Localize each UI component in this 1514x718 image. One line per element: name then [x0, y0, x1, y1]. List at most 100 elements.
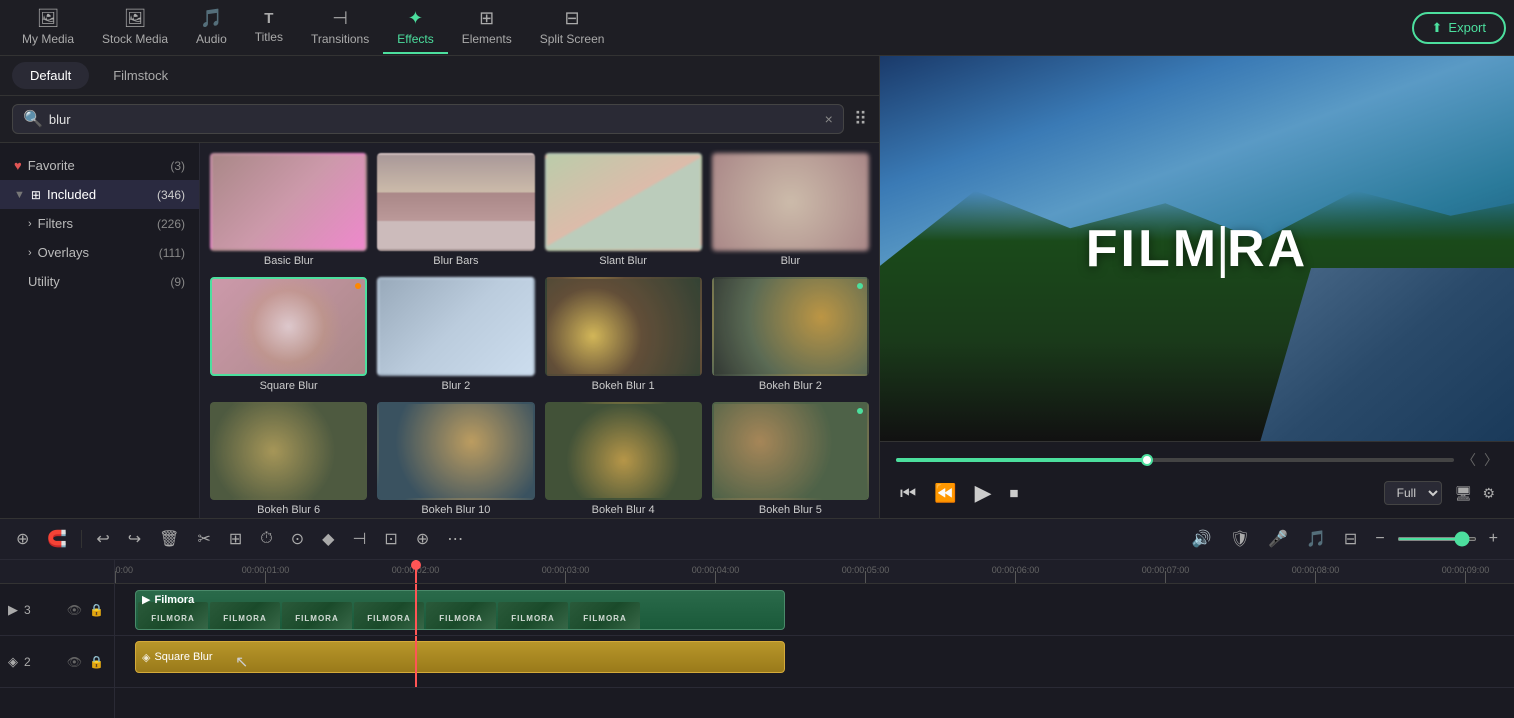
effect-bokeh-blur-5[interactable]: Bokeh Blur 5: [712, 402, 869, 516]
caption-button[interactable]: ⊟: [1338, 525, 1363, 553]
effect-slant-blur[interactable]: Slant Blur: [545, 153, 702, 267]
nav-audio[interactable]: 🎵 Audio: [182, 2, 241, 54]
sidebar-item-filters[interactable]: › Filters (226): [0, 209, 199, 238]
quality-select[interactable]: Full 1/2 1/4: [1384, 481, 1442, 505]
track-2-lock-button[interactable]: 🔒: [87, 653, 106, 671]
split-button[interactable]: ⊣: [346, 525, 372, 553]
zoom-slider[interactable]: [1397, 537, 1477, 541]
sidebar-utility-count: (9): [170, 275, 185, 289]
effects-sidebar: ♥ Favorite (3) ▼ ⊞ Included (346) › Filt…: [0, 143, 200, 518]
effect-blur[interactable]: Blur: [712, 153, 869, 267]
cursor-arrow: ↖: [235, 652, 248, 672]
clip-thumb-3: FILMORA: [282, 602, 352, 630]
zoom-in-button[interactable]: +: [1483, 526, 1504, 552]
timeline-area: ▶ 3 👁 🔒 ◈ 2 👁 🔒 0: [0, 560, 1514, 718]
sidebar-included-count: (346): [157, 188, 185, 202]
effect-clip-content: ◈ Square Blur: [136, 651, 784, 664]
effect-clip[interactable]: ◈ Square Blur: [135, 641, 785, 673]
color-button[interactable]: ⊙: [285, 525, 310, 553]
music-button[interactable]: 🎵: [1300, 525, 1332, 553]
effect-bokeh-blur-4[interactable]: Bokeh Blur 4: [545, 402, 702, 516]
timeline-toolbar: ⊕ 🧲 ↩ ↪ 🗑 ✂ ⊞ ⏱ ⊙ ◆ ⊣ ⊡ ⊕ ⋯ 🔊 🛡 🎤 🎵 ⊟ − …: [0, 519, 1514, 560]
cut-button[interactable]: ✂: [191, 525, 216, 553]
tab-bar: Default Filmstock: [0, 56, 879, 96]
mic-button[interactable]: 🎤: [1262, 525, 1294, 553]
split-screen-icon: ⊟: [565, 8, 580, 29]
nav-titles-label: Titles: [255, 30, 283, 44]
grid-toggle-button[interactable]: ⠿: [854, 109, 867, 130]
undo-button[interactable]: ↩: [90, 525, 115, 553]
nav-split-screen[interactable]: ⊟ Split Screen: [526, 2, 619, 54]
monitor-view-button[interactable]: 🖥: [1452, 482, 1476, 505]
add-media-button[interactable]: ⊕: [10, 525, 35, 553]
sidebar-item-overlays[interactable]: › Overlays (111): [0, 238, 199, 267]
search-input[interactable]: [49, 112, 819, 127]
main-area: Default Filmstock 🔍 × ⠿ ♥ Favorite (3): [0, 56, 1514, 518]
nav-titles[interactable]: T Titles: [241, 4, 297, 52]
tab-filmstock[interactable]: Filmstock: [95, 62, 186, 89]
effect-bokeh-blur-2[interactable]: Bokeh Blur 2: [712, 277, 869, 391]
select-button[interactable]: ⊕: [410, 525, 435, 553]
track-3-eye-button[interactable]: 👁: [65, 601, 84, 619]
playhead-track3: [415, 584, 417, 635]
track-2-eye-button[interactable]: 👁: [65, 653, 84, 671]
effect-clip-title: Square Blur: [154, 651, 212, 663]
speed-button[interactable]: ⏱: [254, 526, 278, 552]
keyframe-button[interactable]: ◆: [316, 525, 340, 553]
progress-bar[interactable]: [896, 458, 1454, 462]
zoom-out-button[interactable]: −: [1369, 526, 1390, 552]
main-video-clip[interactable]: ▶ Filmora FILMORA FILMORA FILMORA: [135, 590, 785, 630]
chevron-right-icon-2: ›: [28, 247, 32, 259]
delete-button[interactable]: 🗑: [153, 525, 185, 553]
sidebar-item-favorite[interactable]: ♥ Favorite (3): [0, 151, 199, 180]
sidebar-item-utility[interactable]: Utility (9): [0, 267, 199, 296]
nav-my-media[interactable]: 🖼 My Media: [8, 2, 88, 54]
sidebar-favorite-label: Favorite: [28, 158, 75, 173]
transform-button[interactable]: ⋯: [441, 525, 469, 553]
effect-square-blur-thumb: [210, 277, 367, 375]
filmora-text-2: FILMORA: [223, 614, 266, 623]
track-3-controls: 👁 🔒: [65, 601, 106, 619]
clip-thumb-2: FILMORA: [210, 602, 280, 630]
settings-view-button[interactable]: ⚙: [1479, 482, 1498, 505]
track-3-lock-button[interactable]: 🔒: [87, 601, 106, 619]
effect-basic-blur[interactable]: Basic Blur: [210, 153, 367, 267]
effect-bokeh-blur-5-thumb: [712, 402, 869, 500]
playhead[interactable]: [415, 560, 417, 583]
nav-effects[interactable]: ✦ Effects: [383, 2, 447, 54]
nav-elements[interactable]: ⊞ Elements: [448, 2, 526, 54]
export-button[interactable]: ⬆ Export: [1412, 12, 1506, 44]
tab-default[interactable]: Default: [12, 62, 89, 89]
play-back-button[interactable]: ⏪: [930, 479, 960, 508]
clear-search-button[interactable]: ×: [825, 111, 833, 127]
effect-bokeh-blur-1[interactable]: Bokeh Blur 1: [545, 277, 702, 391]
nav-transitions[interactable]: ⊣ Transitions: [297, 2, 383, 54]
step-back-button[interactable]: ⏮: [896, 479, 920, 508]
effect-square-blur[interactable]: Square Blur: [210, 277, 367, 391]
effects-grid: Basic Blur Blur Bars Slant Blur Blur: [210, 153, 869, 518]
play-button[interactable]: ▶: [971, 476, 996, 510]
effect-bokeh-blur-6-thumb: [210, 402, 367, 500]
more-button[interactable]: ⊡: [378, 525, 403, 553]
effect-blur-bars[interactable]: Blur Bars: [377, 153, 534, 267]
shield-button[interactable]: 🛡: [1224, 525, 1256, 553]
effect-blur-2-thumb: [377, 277, 534, 375]
nav-transitions-label: Transitions: [311, 32, 369, 46]
redo-button[interactable]: ↪: [122, 525, 147, 553]
effect-bokeh-blur-6[interactable]: Bokeh Blur 6: [210, 402, 367, 516]
ruler-mark-5: 00:00:05:00: [865, 571, 866, 583]
audio-button[interactable]: 🔊: [1186, 525, 1218, 553]
effect-blur-2[interactable]: Blur 2: [377, 277, 534, 391]
sidebar-item-included[interactable]: ▼ ⊞ Included (346): [0, 180, 199, 209]
effect-bokeh-blur-2-label: Bokeh Blur 2: [712, 380, 869, 392]
stop-button[interactable]: ⏹: [1006, 479, 1023, 508]
playback-controls: 〈 〉 ⏮ ⏪ ▶ ⏹ Full 1/2 1/4 🖥 ⚙: [880, 441, 1514, 518]
search-input-wrap: 🔍 ×: [12, 104, 844, 134]
nav-stock-media[interactable]: 🖼 Stock Media: [88, 2, 182, 54]
effect-bokeh-blur-10[interactable]: Bokeh Blur 10: [377, 402, 534, 516]
nav-elements-label: Elements: [462, 32, 512, 46]
magnet-button[interactable]: 🧲: [41, 525, 73, 553]
crop-button[interactable]: ⊞: [223, 525, 248, 553]
timeline-scroll[interactable]: 00:00:00 00:00:01:00 00:00:02:00 00:00:0…: [115, 560, 1514, 718]
effects-grid-wrap: Basic Blur Blur Bars Slant Blur Blur: [200, 143, 879, 518]
